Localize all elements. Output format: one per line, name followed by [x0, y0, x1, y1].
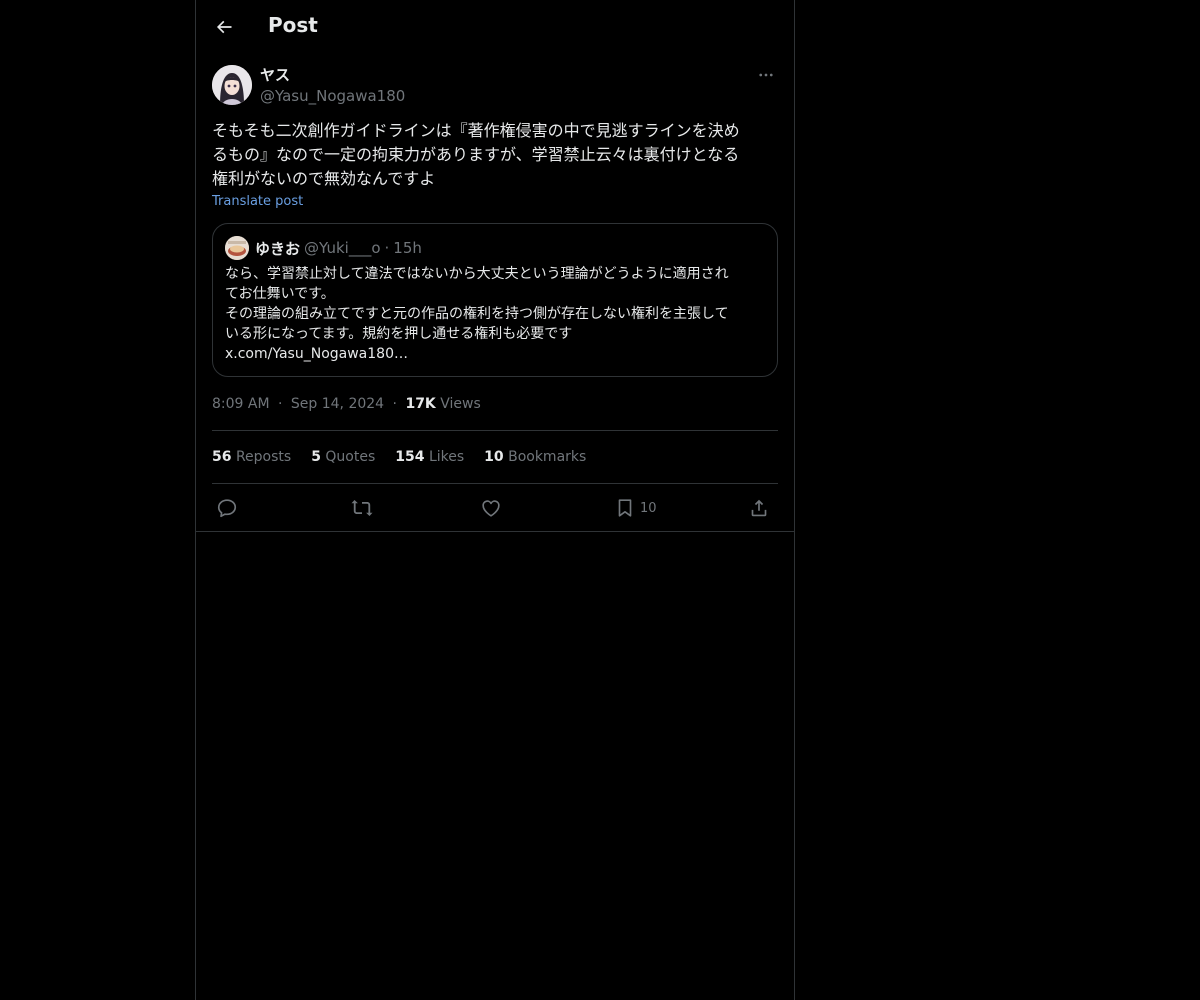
translate-post-link[interactable]: Translate post: [212, 194, 303, 209]
post-meta: 8:09 AM · Sep 14, 2024 · 17K Views: [212, 394, 481, 414]
views-count: 17K: [405, 396, 436, 412]
post-date[interactable]: Sep 14, 2024: [291, 396, 384, 412]
quoted-link[interactable]: x.com/Yasu_Nogawa180…: [225, 344, 767, 364]
separator-dot: ·: [384, 239, 390, 257]
quoted-post-header: ゆきお @Yuki___o · 15h: [225, 236, 765, 260]
author-name[interactable]: ヤス: [260, 65, 290, 85]
post-author: ヤス @Yasu_Nogawa180: [212, 65, 778, 107]
page-title: Post: [268, 13, 318, 37]
bookmark-icon: [618, 499, 632, 517]
quotes-count: 5: [311, 449, 321, 465]
separator-dot: ·: [392, 396, 397, 412]
repost-icon: [351, 500, 373, 516]
like-button[interactable]: [480, 494, 502, 522]
post-time[interactable]: 8:09 AM: [212, 396, 270, 412]
post-text: そもそも二次創作ガイドラインは『著作権侵害の中で見逃すラインを決め るもの』なの…: [212, 121, 740, 188]
likes-label: Likes: [428, 449, 465, 465]
separator-dot: ·: [278, 396, 283, 412]
quoted-post-text: なら、学習禁止対して違法ではないから大丈夫という理論がどうように適用され てお仕…: [225, 264, 767, 364]
reposts-label: Reposts: [235, 449, 292, 465]
reposts-count: 56: [212, 449, 232, 465]
divider: [212, 483, 778, 484]
quotes-stat[interactable]: 5 Quotes: [311, 447, 375, 467]
top-bar: Post: [196, 0, 794, 54]
divider: [212, 430, 778, 431]
divider: [196, 531, 794, 532]
likes-count: 154: [395, 449, 425, 465]
more-icon: [759, 73, 773, 77]
views-label: Views: [440, 396, 481, 412]
quoted-text-line: てお仕舞いです。: [225, 286, 335, 302]
quotes-label: Quotes: [325, 449, 376, 465]
bookmarks-stat[interactable]: 10 Bookmarks: [484, 447, 586, 467]
quoted-post-time: 15h: [393, 239, 422, 257]
quoted-author-handle: @Yuki___o: [304, 239, 381, 257]
quoted-post[interactable]: ゆきお @Yuki___o · 15h なら、学習禁止対して違法ではないから大丈…: [212, 223, 778, 377]
likes-stat[interactable]: 154 Likes: [395, 447, 464, 467]
share-button[interactable]: [748, 494, 770, 522]
reposts-stat[interactable]: 56 Reposts: [212, 447, 291, 467]
main-column: Post ヤス @Yasu_Nogawa180 そもそも二次創作ガイドラインは『…: [195, 0, 795, 1000]
quoted-author-avatar: [225, 236, 249, 260]
back-button[interactable]: [208, 11, 240, 43]
reply-icon: [217, 499, 237, 518]
share-icon: [751, 499, 767, 517]
bookmarks-label: Bookmarks: [508, 449, 587, 465]
reply-button[interactable]: [216, 494, 238, 522]
heart-icon: [482, 500, 500, 517]
author-avatar[interactable]: [212, 65, 252, 105]
bookmark-count: 10: [640, 500, 657, 516]
repost-button[interactable]: [350, 494, 374, 522]
arrow-left-icon: [216, 20, 232, 34]
quoted-text-line: いる形になってます。規約を押し通せる権利も必要です: [225, 326, 573, 342]
engagement-stats: 56 Reposts 5 Quotes 154 Likes 10 Bookmar…: [212, 447, 586, 467]
bookmark-button[interactable]: 10: [614, 494, 657, 522]
quoted-text-line: その理論の組み立てですと元の作品の権利を持つ側が存在しない権利を主張して: [225, 306, 729, 322]
action-bar: 10: [212, 494, 778, 522]
more-options-button[interactable]: [754, 65, 778, 85]
quoted-text-line: なら、学習禁止対して違法ではないから大丈夫という理論がどうように適用され: [225, 266, 729, 282]
quoted-author-name: ゆきお: [255, 239, 301, 258]
author-handle[interactable]: @Yasu_Nogawa180: [260, 86, 405, 106]
bookmarks-count: 10: [484, 449, 504, 465]
